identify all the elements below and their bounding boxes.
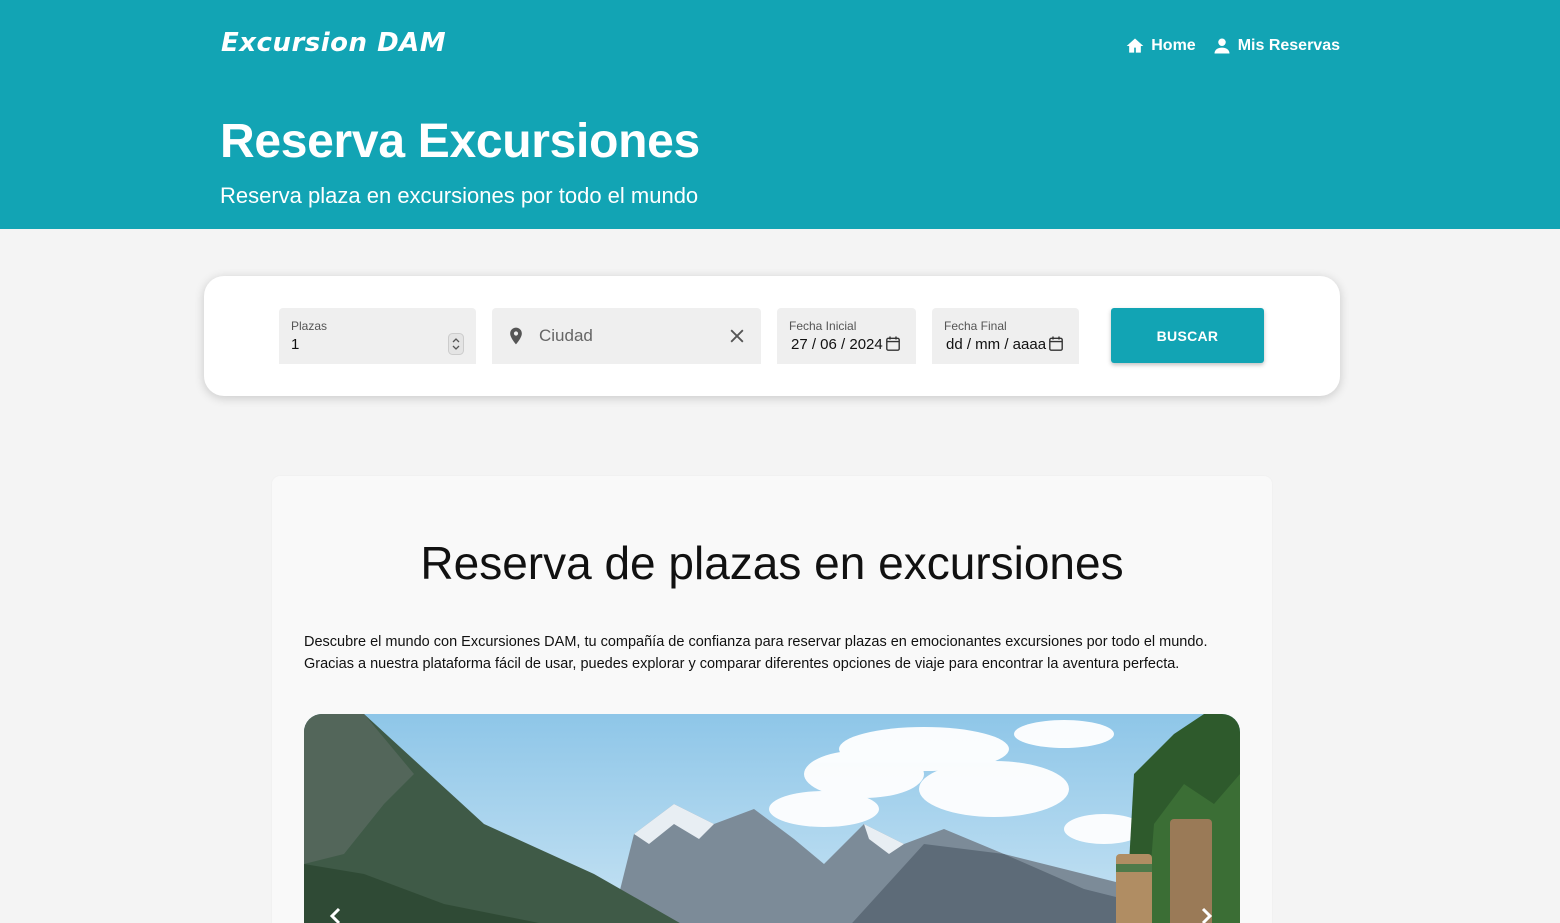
buscar-button[interactable]: BUSCAR xyxy=(1111,308,1264,363)
fecha-inicial-label: Fecha Inicial xyxy=(789,319,857,333)
stepper-arrows-icon xyxy=(448,333,464,355)
hero-title: Reserva Excursiones xyxy=(220,115,700,168)
clear-icon[interactable] xyxy=(727,326,747,346)
intro-line: Descubre el mundo con Excursiones DAM, t… xyxy=(304,634,1208,650)
search-panel: Plazas 1 Ciudad Fecha Inicial 27 / 06 / … xyxy=(204,276,1340,396)
plazas-stepper[interactable] xyxy=(448,333,464,355)
fecha-final-value[interactable]: dd / mm / aaaa xyxy=(946,336,1046,353)
nav-mis-reservas-label: Mis Reservas xyxy=(1237,37,1340,54)
fecha-inicial-field[interactable]: Fecha Inicial 27 / 06 / 2024 xyxy=(777,308,916,364)
location-pin-icon xyxy=(510,327,522,345)
brand-logo[interactable]: Excursion DAM xyxy=(221,28,446,58)
home-icon xyxy=(1126,38,1144,53)
main-nav: Home Mis Reservas xyxy=(1125,36,1340,56)
nav-mis-reservas-link[interactable]: Mis Reservas xyxy=(1212,36,1340,56)
fecha-final-field[interactable]: Fecha Final dd / mm / aaaa xyxy=(932,308,1079,364)
plazas-field[interactable]: Plazas 1 xyxy=(279,308,476,364)
calendar-icon[interactable] xyxy=(886,336,900,351)
ciudad-placeholder: Ciudad xyxy=(539,326,593,345)
plazas-value[interactable]: 1 xyxy=(291,336,299,353)
hero-subtitle: Reserva plaza en excursiones por todo el… xyxy=(220,183,699,208)
mountain-landscape-image xyxy=(304,714,1240,923)
top-header: Excursion DAM Home Mis Reservas Reserva … xyxy=(0,0,1560,229)
calendar-icon[interactable] xyxy=(1049,336,1063,351)
intro-paragraph: Descubre el mundo con Excursiones DAM, t… xyxy=(304,631,1244,675)
fecha-final-label: Fecha Final xyxy=(944,319,1007,333)
plazas-label: Plazas xyxy=(291,319,328,333)
carousel[interactable] xyxy=(304,714,1240,923)
nav-home-label: Home xyxy=(1151,37,1196,54)
fecha-inicial-value[interactable]: 27 / 06 / 2024 xyxy=(791,336,883,353)
intro-line: Gracias a nuestra plataforma fácil de us… xyxy=(304,656,1180,672)
chevron-left-icon[interactable] xyxy=(324,904,348,923)
nav-home-link[interactable]: Home xyxy=(1125,36,1196,56)
info-card: Reserva de plazas en excursiones Descubr… xyxy=(272,476,1272,923)
chevron-right-icon[interactable] xyxy=(1194,904,1218,923)
ciudad-field[interactable]: Ciudad xyxy=(492,308,761,364)
user-icon xyxy=(1214,38,1230,54)
content-title: Reserva de plazas en excursiones xyxy=(420,537,1124,589)
